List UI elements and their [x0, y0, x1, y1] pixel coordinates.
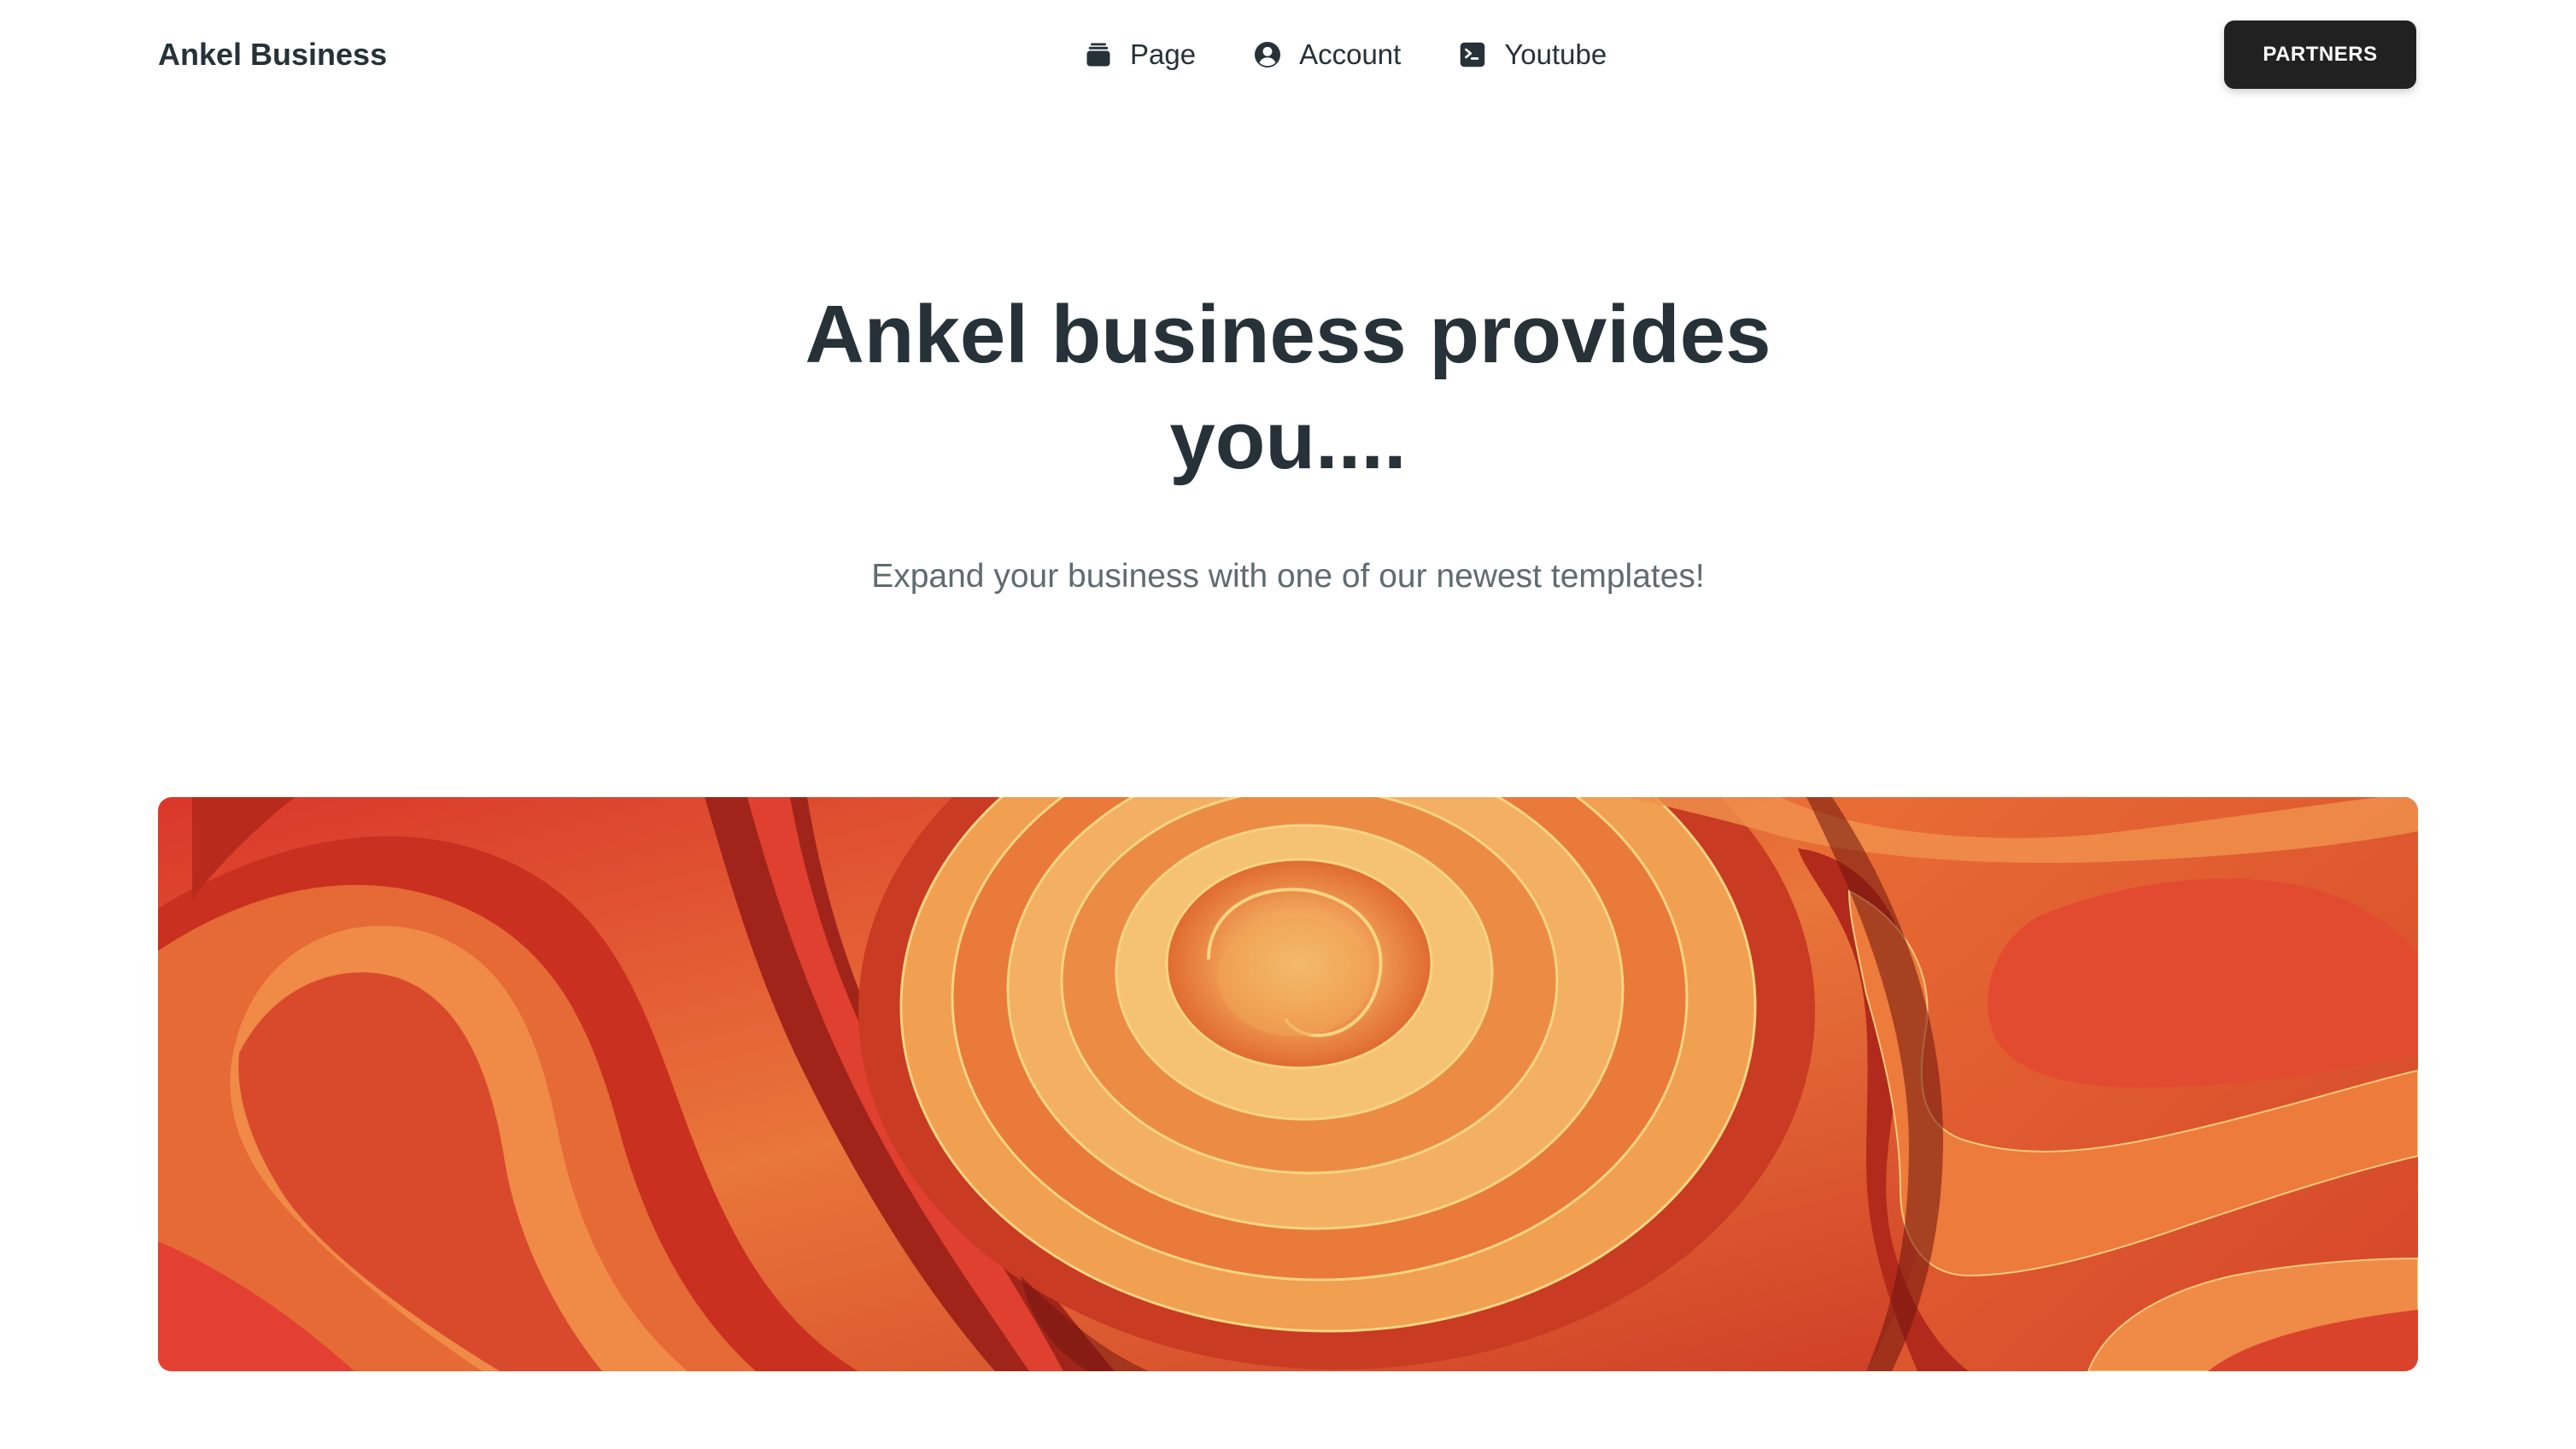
abstract-orange-spiral-image	[158, 797, 2418, 1371]
hero-title-line2: you....	[1169, 395, 1407, 486]
hero-title-line1: Ankel business provides	[805, 289, 1771, 380]
brand-logo-text[interactable]: Ankel Business	[158, 34, 387, 75]
hero-title: Ankel business provides you....	[733, 282, 1843, 494]
landing-page: Ankel Business Page Account Youtube PART…	[0, 0, 2576, 1449]
partners-button[interactable]: PARTNERS	[2224, 21, 2416, 89]
nav-link-account-label: Account	[1299, 38, 1402, 70]
top-navbar: Ankel Business Page Account Youtube PART…	[0, 0, 2576, 109]
user-circle-icon	[1252, 39, 1283, 70]
nav-link-page[interactable]: Page	[1083, 38, 1196, 71]
nav-link-page-label: Page	[1130, 38, 1197, 70]
hero-banner-image	[158, 797, 2418, 1371]
nav-links: Page Account Youtube	[1083, 34, 1607, 75]
nav-link-account[interactable]: Account	[1252, 38, 1401, 71]
wallet-icon	[1083, 39, 1114, 70]
hero-subtitle: Expand your business with one of our new…	[871, 558, 1705, 595]
nav-link-youtube-label: Youtube	[1504, 38, 1607, 70]
terminal-icon	[1457, 39, 1488, 70]
nav-link-youtube[interactable]: Youtube	[1457, 38, 1607, 71]
